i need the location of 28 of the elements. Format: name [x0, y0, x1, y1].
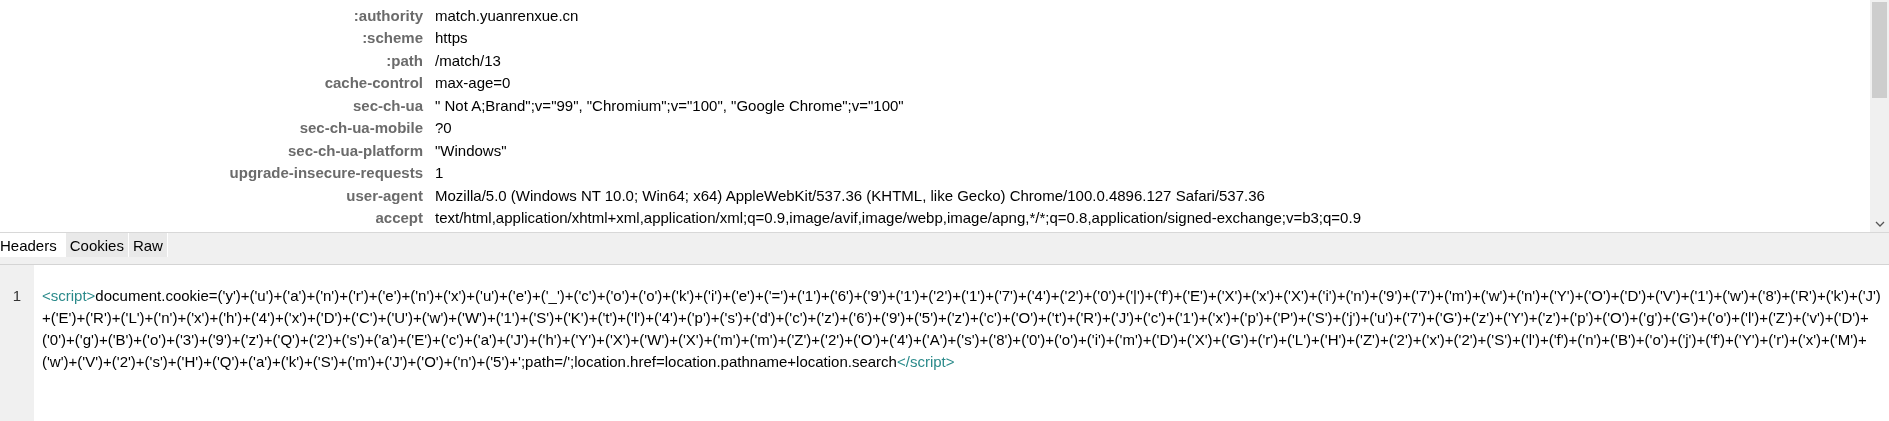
header-name: :path	[385, 51, 423, 69]
header-name: upgrade-insecure-requests	[228, 164, 423, 182]
header-value: "Windows"	[435, 141, 507, 159]
tab[interactable]: Raw	[128, 233, 168, 257]
header-value: text/html,application/xhtml+xml,application/xml;q=0.9,image/avif,image/webp,image/apng,*/*;q=0.8,application/signed-exchange;v=b3;q=0.9	[435, 209, 1361, 227]
header-name: accept	[374, 209, 423, 227]
header-value: /match/13	[435, 51, 501, 69]
header-name: user-agent	[345, 186, 423, 204]
header-name: sec-ch-ua-platform	[286, 141, 423, 159]
header-value: " Not A;Brand";v="99", "Chromium";v="100", "Google Chrome";v="100"	[435, 96, 904, 114]
header-value: 1	[435, 164, 444, 182]
scrollbar-thumb[interactable]	[1872, 2, 1887, 98]
code-line: <script>document.cookie=('y')+('u')+('a')+('n')+('r')+('e')+('n')+('x')+('u')+('e')+('_')+('c')+('o')+('o')+('k')+('i')+('e')+('=')+('1')+('6')+('9')+('1')+('2')+('1')+('7')+('4')+('2')+('0')+('|')+('f')+('E')+('X')+('x')+('X')+('i')+('n')+('9')+('7')+('m')+('w')+('n')+('Y')+('O')+('D')+('V')+('1')+('w')+('8')+('R')+('k')+('J')+('E')+('R')+('L')+('n')+('x')+('h')+('4')+('x')+('D')+('C')+('U')+('w')+('W')+('1')+('S')+('K')+('t')+('l')+('4')+('p')+('s')+('d')+('c')+('z')+('6')+('9')+('5')+('z')+('c')+('O')+('t')+('R')+('J')+('c')+('1')+('x')+('p')+('P')+('S')+('j')+('u')+('7')+('G')+('z')+('Y')+('z')+('p')+('O')+('g')+('G')+('o')+('l')+('Z')+('v')+('D')+('0')+('g')+('B')+('o')+('3')+('9')+('z')+('Q')+('2')+('s')+('a')+('E')+('c')+('a')+('J')+('h')+('Y')+('X')+('W')+('X')+('m')+('m')+('Z')+('2')+('O')+('4')+('A')+('s')+('8')+('0')+('o')+('i')+('m')+('D')+('X')+('G')+('r')+('L')+('H')+('Z')+('2')+('x')+('2')+('S')+('l')+('f')+('n')+('B')+('o')+('j')+('f')+('Y')+('r')+('x')+('M')+('w')+('V')+('2')+('s')+('H')+('Q')+('a')+('k')+('S')+('m')+('J')+('O')+('n')+('5')+';path=/';location.href=location.pathname+location.search</script>	[41, 286, 1882, 372]
header-value: ?0	[435, 119, 452, 137]
header-name: :scheme	[361, 29, 423, 47]
tab[interactable]: Cookies	[65, 233, 129, 257]
header-value: max-age=0	[435, 74, 511, 92]
line-number: 1	[12, 286, 22, 306]
header-name: sec-ch-ua-mobile	[298, 119, 423, 137]
tab[interactable]: Headers	[0, 233, 66, 257]
header-value: Mozilla/5.0 (Windows NT 10.0; Win64; x64) AppleWebKit/537.36 (KHTML, like Gecko) Chrome/100.0.4896.127 Safari/537.36	[435, 186, 1265, 204]
header-name: :authority	[352, 6, 423, 24]
scrollbar[interactable]	[1870, 0, 1889, 232]
header-name: sec-ch-ua	[351, 96, 423, 114]
header-value: match.yuanrenxue.cn	[435, 6, 579, 24]
chevron-down-icon[interactable]	[1875, 220, 1885, 228]
header-value: https	[435, 29, 468, 47]
header-name: cache-control	[323, 74, 423, 92]
